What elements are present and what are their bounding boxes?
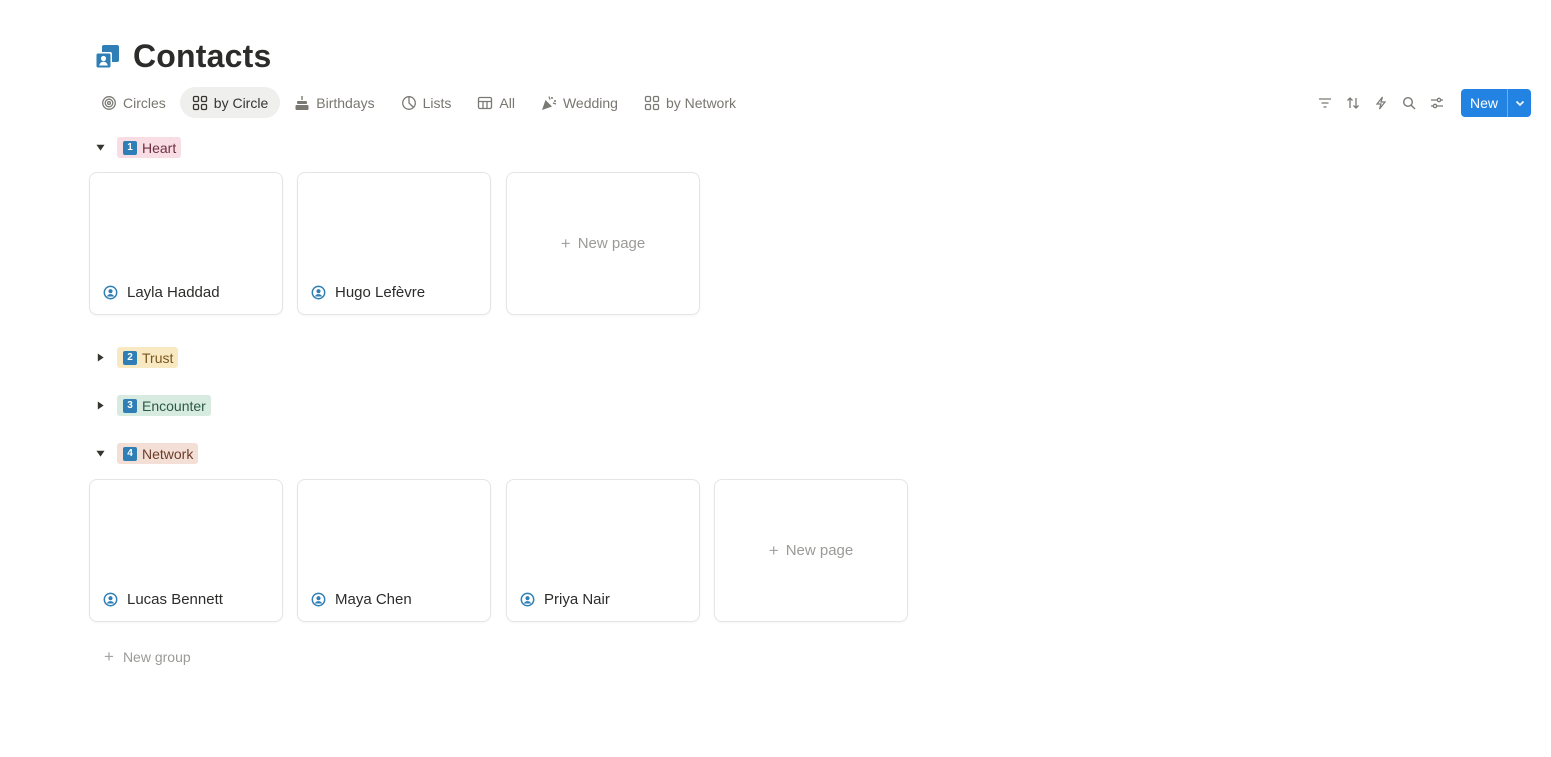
search-button[interactable]	[1397, 89, 1421, 117]
new-group-label: New group	[122, 648, 191, 665]
caret-right-icon	[97, 353, 104, 362]
expand-toggle[interactable]	[93, 399, 107, 413]
new-button-main[interactable]: New	[1461, 89, 1507, 117]
tab-label: Circles	[123, 94, 166, 111]
tab-label: All	[499, 94, 515, 111]
tab-circles[interactable]: Circles	[89, 87, 178, 118]
group-header-trust: 2 Trust	[93, 347, 179, 368]
board-icon	[192, 95, 207, 110]
tab-birthdays[interactable]: Birthdays	[282, 87, 386, 118]
plus-icon: +	[104, 647, 114, 666]
contact-card[interactable]: Priya Nair	[506, 479, 700, 622]
group-label: Network	[142, 445, 194, 462]
group-label: Encounter	[142, 397, 206, 414]
group-number-badge: 2	[123, 350, 137, 365]
chart-icon	[401, 95, 416, 110]
tab-by-network[interactable]: by Network	[632, 87, 748, 118]
new-page-card[interactable]: + New page	[714, 479, 908, 622]
person-circle-icon	[103, 285, 118, 300]
group-header-heart: 1 Heart	[93, 137, 182, 158]
group-label-pill[interactable]: 4 Network	[117, 443, 199, 464]
group-label-pill[interactable]: 3 Encounter	[117, 395, 211, 416]
contact-card[interactable]: Layla Haddad	[89, 172, 283, 315]
person-circle-icon	[103, 592, 118, 607]
collapse-toggle[interactable]	[93, 447, 107, 461]
contact-card[interactable]: Lucas Bennett	[89, 479, 283, 622]
card-title: Priya Nair	[520, 591, 610, 608]
collapse-toggle[interactable]	[93, 141, 107, 155]
caret-down-icon	[95, 450, 105, 457]
card-title: Maya Chen	[311, 591, 412, 608]
filter-button[interactable]	[1313, 89, 1337, 117]
group-label: Trust	[142, 349, 174, 366]
automation-button[interactable]	[1369, 89, 1393, 117]
sort-button[interactable]	[1341, 89, 1365, 117]
new-group-button[interactable]: + New group	[104, 648, 191, 665]
caret-right-icon	[97, 401, 104, 410]
group-label-pill[interactable]: 1 Heart	[117, 137, 182, 158]
caret-down-icon	[95, 144, 105, 151]
contact-card[interactable]: Maya Chen	[297, 479, 491, 622]
target-icon	[102, 95, 116, 110]
contact-name: Lucas Bennett	[127, 591, 223, 608]
group-header-encounter: 3 Encounter	[93, 395, 211, 416]
view-toolbar: New	[1313, 89, 1531, 117]
settings-button[interactable]	[1425, 89, 1449, 117]
page-header: Contacts	[93, 38, 272, 75]
person-circle-icon	[311, 285, 326, 300]
new-page-card[interactable]: + New page	[506, 172, 700, 315]
tab-label: by Network	[665, 94, 737, 111]
contacts-icon	[95, 44, 119, 69]
plus-icon: +	[768, 541, 779, 560]
tab-label: Lists	[422, 94, 452, 111]
tab-label: Wedding	[562, 94, 618, 111]
settings-icon	[1430, 97, 1443, 109]
chevron-down-icon	[1515, 100, 1524, 107]
card-title: Layla Haddad	[103, 284, 220, 301]
person-circle-icon	[520, 592, 535, 607]
group-label: Heart	[142, 139, 177, 156]
new-page-label: New page	[785, 542, 854, 559]
search-icon	[1402, 96, 1416, 110]
party-icon	[541, 95, 557, 110]
group-number-badge: 3	[123, 398, 137, 413]
board-icon	[644, 95, 660, 110]
contact-name: Maya Chen	[335, 591, 412, 608]
tab-wedding[interactable]: Wedding	[529, 87, 630, 118]
group-number-badge: 4	[123, 446, 137, 461]
group-header-network: 4 Network	[93, 443, 199, 464]
tab-label: by Circle	[213, 94, 269, 111]
page-title: Contacts	[133, 38, 272, 74]
person-circle-icon	[311, 592, 326, 607]
cake-icon	[295, 95, 309, 110]
card-title: Lucas Bennett	[103, 591, 223, 608]
tab-lists[interactable]: Lists	[389, 87, 464, 118]
card-title: Hugo Lefèvre	[311, 284, 425, 301]
contact-card[interactable]: Hugo Lefèvre	[297, 172, 491, 315]
filter-icon	[1318, 98, 1331, 108]
group-number-badge: 1	[123, 140, 137, 155]
new-button: New	[1460, 89, 1531, 117]
plus-icon: +	[560, 234, 571, 253]
new-page-label: New page	[577, 235, 646, 252]
contact-name: Layla Haddad	[127, 284, 220, 301]
contact-name: Hugo Lefèvre	[335, 284, 426, 301]
expand-toggle[interactable]	[93, 351, 107, 365]
contact-name: Priya Nair	[544, 591, 610, 608]
view-tabs: Circles by Circle Birthdays Lists All We…	[89, 87, 748, 118]
new-button-dropdown[interactable]	[1507, 89, 1531, 117]
lightning-icon	[1375, 96, 1387, 110]
sort-icon	[1347, 97, 1359, 109]
tab-label: Birthdays	[316, 94, 375, 111]
tab-all[interactable]: All	[465, 87, 527, 118]
group-label-pill[interactable]: 2 Trust	[117, 347, 179, 368]
table-icon	[478, 96, 493, 109]
tab-by-circle[interactable]: by Circle	[179, 87, 281, 118]
